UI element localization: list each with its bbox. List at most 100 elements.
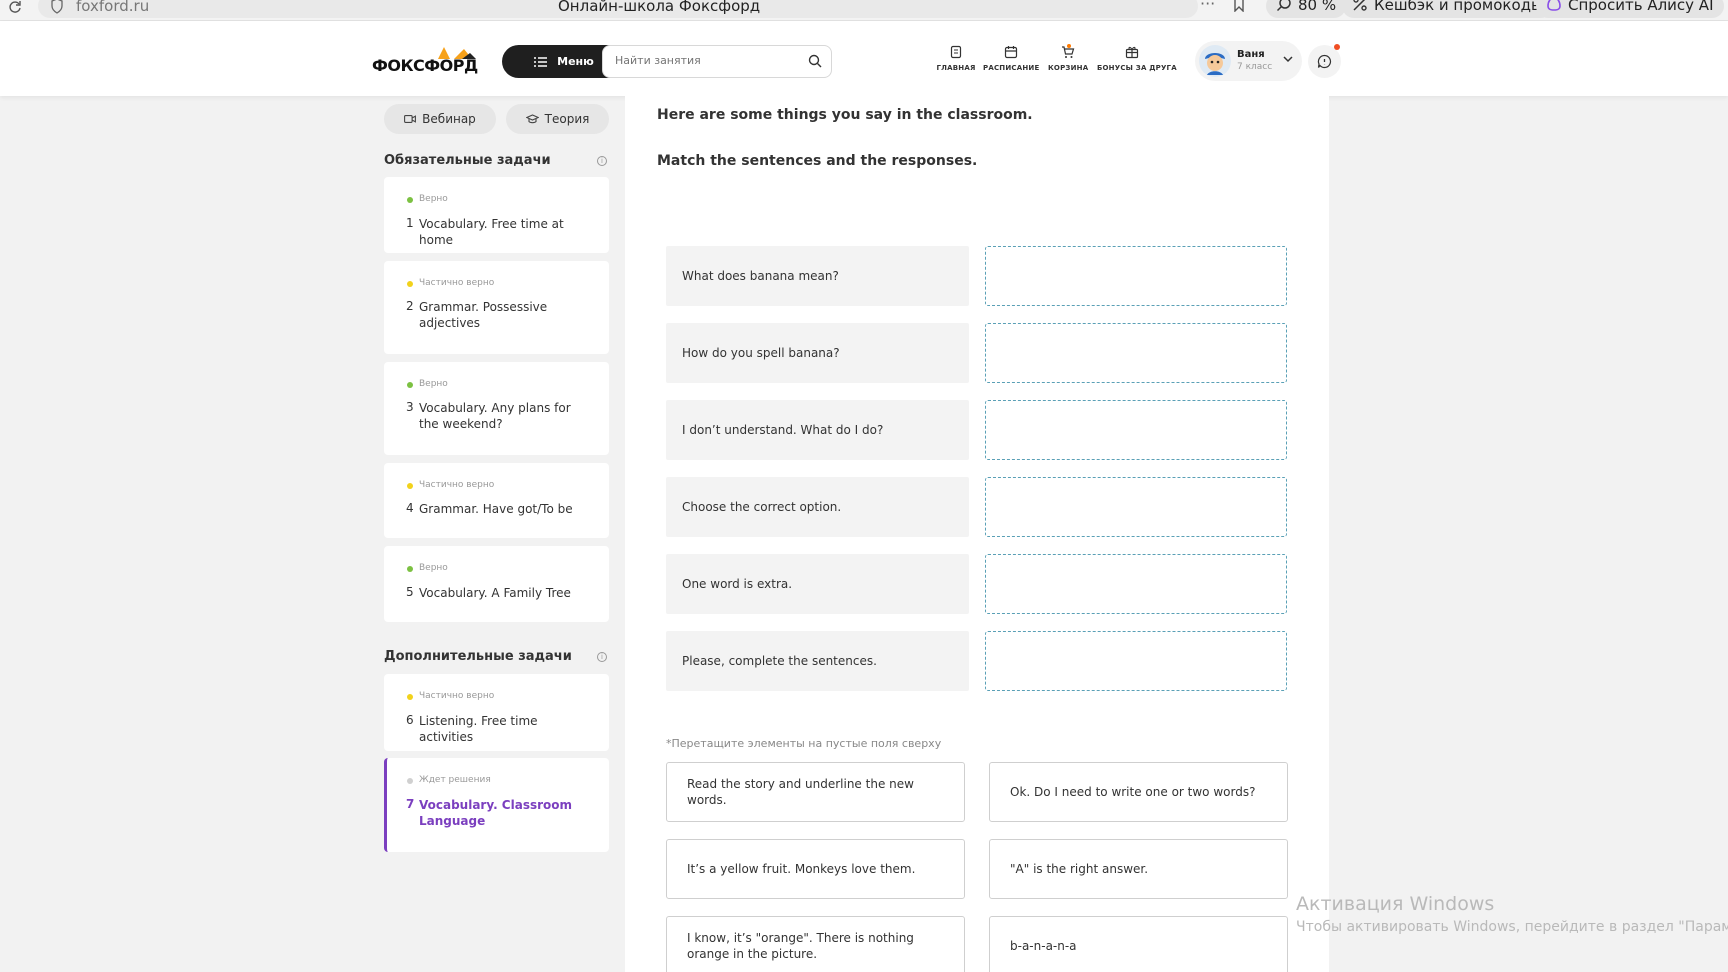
menu-label: Меню bbox=[557, 55, 594, 68]
status-dot bbox=[407, 382, 413, 388]
draggable-option[interactable]: Read the story and underline the new wor… bbox=[666, 762, 965, 822]
instruction-text: Here are some things you say in the clas… bbox=[657, 107, 1033, 123]
task-number: 6 bbox=[406, 713, 414, 727]
task-title: Grammar. Possessive adjectives bbox=[419, 300, 548, 330]
instruction-text: Match the sentences and the responses. bbox=[657, 153, 978, 169]
tab-webinar-label: Вебинар bbox=[422, 112, 476, 126]
extra-tasks-title: Дополнительные задачи bbox=[384, 649, 572, 664]
notification-dot bbox=[1334, 44, 1340, 50]
nav-schedule-label: РАСПИСАНИЕ bbox=[983, 64, 1040, 72]
chat-icon bbox=[1317, 54, 1332, 69]
site-header: ФОКСФОРД Меню ГЛАВНАЯ РАСПИСАНИЕ КОРЗИНА… bbox=[0, 21, 1728, 96]
info-icon[interactable]: i bbox=[597, 156, 607, 166]
draggable-option[interactable]: b-a-n-a-n-a bbox=[989, 916, 1288, 972]
avatar bbox=[1199, 45, 1231, 77]
info-icon[interactable]: i bbox=[597, 652, 607, 662]
drop-zone[interactable] bbox=[985, 246, 1287, 306]
search-zoom-icon bbox=[1276, 0, 1291, 12]
bookmark-icon[interactable] bbox=[1232, 0, 1246, 13]
task-status: Частично верно bbox=[419, 691, 495, 701]
drop-zone[interactable] bbox=[985, 323, 1287, 383]
task-title: Listening. Free time activities bbox=[419, 714, 538, 744]
alice-icon bbox=[1547, 0, 1561, 11]
required-tasks-title: Обязательные задачи bbox=[384, 153, 551, 168]
url-text[interactable]: foxford.ru bbox=[76, 0, 149, 15]
status-dot bbox=[407, 566, 413, 572]
gift-icon bbox=[1125, 46, 1139, 59]
task-number: 4 bbox=[406, 501, 414, 515]
status-dot bbox=[407, 483, 413, 489]
shield-icon[interactable] bbox=[50, 0, 64, 14]
windows-watermark-title: Активация Windows bbox=[1296, 893, 1495, 915]
prompt-item: What does banana mean? bbox=[666, 246, 969, 306]
draggable-option[interactable]: Ok. Do I need to write one or two words? bbox=[989, 762, 1288, 822]
task-number: 1 bbox=[406, 216, 414, 230]
prompt-item: Choose the correct option. bbox=[666, 477, 969, 537]
nav-cart-label: КОРЗИНА bbox=[1048, 64, 1089, 72]
task-number: 5 bbox=[406, 585, 414, 599]
search-box[interactable] bbox=[602, 45, 832, 78]
drop-zone[interactable] bbox=[985, 400, 1287, 460]
nav-bonus[interactable]: БОНУСЫ ЗА ДРУГА bbox=[1097, 45, 1177, 79]
home-icon bbox=[950, 45, 962, 59]
percent-icon bbox=[1353, 0, 1367, 11]
task-status: Верно bbox=[419, 563, 448, 573]
task-title: Vocabulary. Free time at home bbox=[419, 217, 564, 247]
draggable-option[interactable]: "A" is the right answer. bbox=[989, 839, 1288, 899]
draggable-option[interactable]: I know, it’s "orange". There is nothing … bbox=[666, 916, 965, 972]
nav-bonus-label: БОНУСЫ ЗА ДРУГА bbox=[1097, 64, 1177, 72]
task-number: 3 bbox=[406, 400, 414, 414]
calendar-icon bbox=[1004, 46, 1018, 59]
task-title: Vocabulary. Classroom Language bbox=[419, 798, 573, 828]
task-item-6[interactable]: Частично верно 6 Listening. Free time ac… bbox=[384, 674, 609, 751]
browser-toolbar: foxford.ru Онлайн-школа Фоксфорд ··· 80 … bbox=[0, 0, 1728, 21]
prompt-item: How do you spell banana? bbox=[666, 323, 969, 383]
tab-theory[interactable]: Теория bbox=[506, 104, 609, 134]
search-icon[interactable] bbox=[808, 54, 822, 68]
task-title: Grammar. Have got/To be bbox=[419, 502, 573, 516]
task-item-7[interactable]: Ждет решения 7 Vocabulary. Classroom Lan… bbox=[384, 758, 609, 852]
task-status: Частично верно bbox=[419, 480, 495, 490]
alice-button[interactable]: Спросить Алису AI bbox=[1536, 0, 1724, 18]
task-title: Vocabulary. Any plans for the weekend? bbox=[419, 401, 571, 431]
cashback-label: Кешбэк и промокоды bbox=[1374, 0, 1543, 14]
search-input[interactable] bbox=[615, 54, 795, 67]
video-icon bbox=[404, 115, 417, 123]
alice-label: Спросить Алису AI bbox=[1568, 0, 1714, 14]
nav-schedule[interactable]: РАСПИСАНИЕ bbox=[983, 45, 1039, 79]
task-item-5[interactable]: Верно 5 Vocabulary. A Family Tree bbox=[384, 546, 609, 622]
chat-button[interactable] bbox=[1308, 44, 1341, 78]
drop-zone[interactable] bbox=[985, 477, 1287, 537]
task-status: Верно bbox=[419, 194, 448, 204]
task-status: Частично верно bbox=[419, 278, 495, 288]
chevron-down-icon[interactable] bbox=[1283, 55, 1293, 63]
task-item-3[interactable]: Верно 3 Vocabulary. Any plans for the we… bbox=[384, 362, 609, 455]
prompt-item: Please, complete the sentences. bbox=[666, 631, 969, 691]
profile-menu[interactable]: Ваня 7 класс bbox=[1195, 41, 1302, 81]
cart-badge bbox=[1067, 44, 1071, 48]
reload-icon[interactable] bbox=[8, 0, 24, 16]
status-dot bbox=[407, 778, 413, 784]
logo-text: ФОКСФОРД bbox=[372, 56, 478, 75]
draggable-option[interactable]: It’s a yellow fruit. Monkeys love them. bbox=[666, 839, 965, 899]
task-item-2[interactable]: Частично верно 2 Grammar. Possessive adj… bbox=[384, 261, 609, 354]
nav-cart[interactable]: КОРЗИНА bbox=[1048, 44, 1089, 79]
task-number: 2 bbox=[406, 299, 414, 313]
drop-zone[interactable] bbox=[985, 554, 1287, 614]
task-item-1[interactable]: Верно 1 Vocabulary. Free time at home bbox=[384, 177, 609, 253]
tab-webinar[interactable]: Вебинар bbox=[384, 104, 496, 134]
task-item-4[interactable]: Частично верно 4 Grammar. Have got/To be bbox=[384, 463, 609, 538]
task-status: Верно bbox=[419, 379, 448, 389]
drag-hint: *Перетащите элементы на пустые поля свер… bbox=[666, 737, 942, 750]
drop-zone[interactable] bbox=[985, 631, 1287, 691]
status-dot bbox=[407, 281, 413, 287]
logo[interactable]: ФОКСФОРД bbox=[372, 45, 484, 75]
more-icon[interactable]: ··· bbox=[1200, 0, 1215, 13]
nav-home[interactable]: ГЛАВНАЯ bbox=[936, 45, 976, 79]
cashback-button[interactable]: Кешбэк и промокоды bbox=[1342, 0, 1553, 18]
task-status: Ждет решения bbox=[419, 775, 491, 785]
user-name: Ваня bbox=[1237, 49, 1265, 60]
status-dot bbox=[407, 197, 413, 203]
tab-theory-label: Теория bbox=[544, 112, 590, 126]
zoom-button[interactable]: 80 % bbox=[1266, 0, 1347, 18]
